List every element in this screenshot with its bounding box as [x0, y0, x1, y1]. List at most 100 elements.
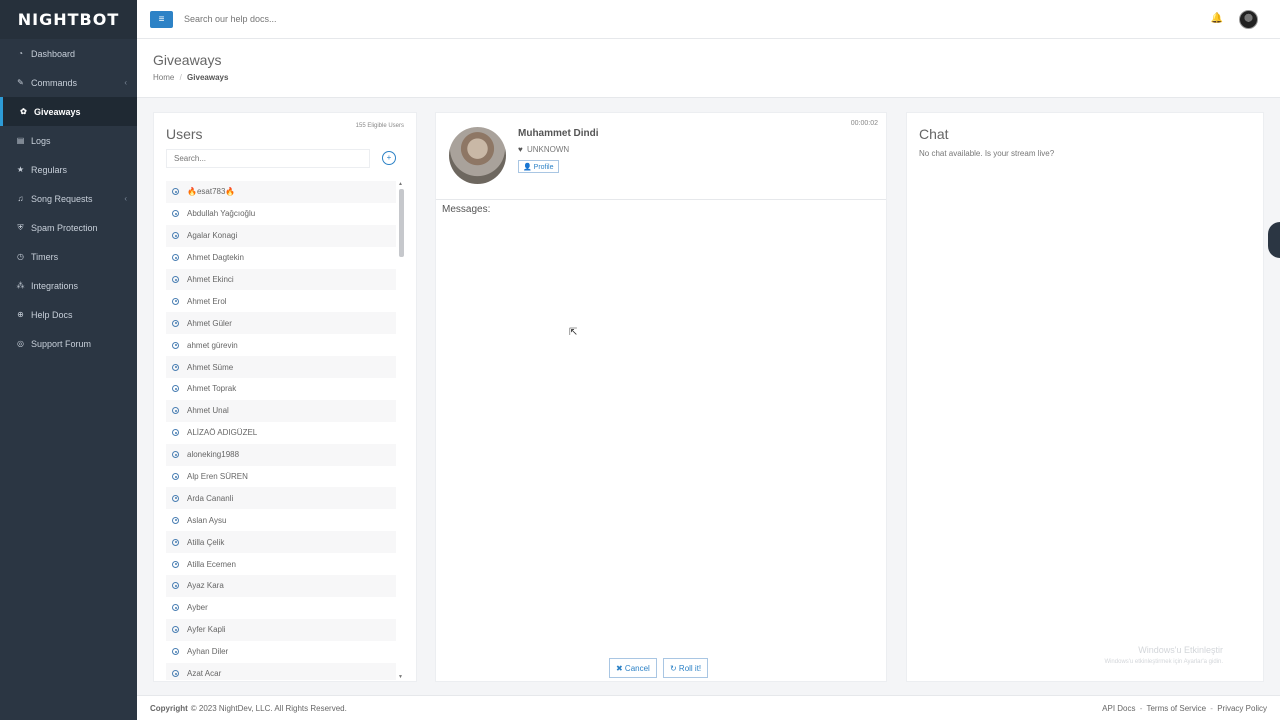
- sidebar-item-dashboard[interactable]: ◔ Dashboard: [0, 39, 137, 68]
- radio-icon[interactable]: [172, 582, 179, 590]
- user-list-item[interactable]: Azat Acar: [166, 662, 396, 680]
- user-list-scrollbar[interactable]: ▲ ▼: [398, 181, 404, 680]
- sidebar: NIGHTBOT ◔ Dashboard ✎ Commands ‹ ✿ Giveaways ▤…: [0, 0, 137, 720]
- radio-icon[interactable]: [172, 626, 179, 634]
- user-list-item[interactable]: 🔥esat783🔥: [166, 181, 396, 203]
- user-list-item[interactable]: Ahmet Dagtekin: [166, 247, 396, 269]
- user-name: Ahmet Unal: [187, 406, 229, 416]
- radio-icon[interactable]: [172, 648, 179, 656]
- radio-icon[interactable]: [172, 604, 179, 612]
- scroll-down-arrow-icon[interactable]: ▼: [398, 674, 403, 680]
- sidebar-item-song-requests[interactable]: ♫ Song Requests ‹: [0, 184, 137, 213]
- radio-icon[interactable]: [172, 232, 179, 240]
- radio-icon[interactable]: [172, 429, 179, 437]
- radio-icon[interactable]: [172, 516, 179, 524]
- side-floating-button[interactable]: [1268, 222, 1280, 258]
- sidebar-item-timers[interactable]: ◷ Timers: [0, 242, 137, 271]
- user-list-item[interactable]: Ahmet Erol: [166, 290, 396, 312]
- sidebar-item-label: Timers: [31, 251, 59, 262]
- radio-icon[interactable]: [172, 363, 179, 371]
- radio-icon[interactable]: [172, 538, 179, 546]
- scroll-thumb[interactable]: [399, 189, 404, 257]
- user-list-item[interactable]: ALİZAÖ ADIGÜZEL: [166, 422, 396, 444]
- radio-icon[interactable]: [172, 319, 179, 327]
- user-list-item[interactable]: Ayfer Kapli: [166, 618, 396, 641]
- sidebar-item-logs[interactable]: ▤ Logs: [0, 126, 137, 155]
- divider: [436, 199, 886, 200]
- privacy-link[interactable]: Privacy Policy: [1217, 704, 1267, 713]
- user-list-item[interactable]: Ayber: [166, 597, 396, 619]
- sidebar-item-spam-protection[interactable]: ⛨ Spam Protection: [0, 213, 137, 242]
- user-list-item[interactable]: Ahmet Süme: [166, 356, 396, 379]
- user-name: Ayaz Kara: [187, 581, 224, 591]
- winner-name: Muhammet Dindi: [518, 128, 599, 139]
- radio-icon[interactable]: [172, 341, 179, 349]
- terms-link[interactable]: Terms of Service: [1146, 704, 1206, 713]
- radio-icon[interactable]: [172, 407, 179, 415]
- radio-icon[interactable]: [172, 297, 179, 305]
- user-list-item[interactable]: Atilla Ecemen: [166, 553, 396, 575]
- user-list-item[interactable]: ahmet gürevin: [166, 334, 396, 356]
- radio-icon[interactable]: [172, 670, 179, 678]
- sidebar-item-giveaways[interactable]: ✿ Giveaways: [0, 97, 137, 126]
- user-list-item[interactable]: Ayaz Kara: [166, 575, 396, 597]
- chat-panel: Chat No chat available. Is your stream l…: [906, 112, 1264, 682]
- user-name: Azat Acar: [187, 669, 222, 679]
- sidebar-item-integrations[interactable]: ⁂ Integrations: [0, 271, 137, 300]
- user-avatar[interactable]: [1239, 10, 1258, 29]
- radio-icon[interactable]: [172, 188, 179, 196]
- user-list-item[interactable]: Ahmet Toprak: [166, 378, 396, 400]
- hamburger-icon: ≡: [158, 13, 165, 25]
- users-search-input[interactable]: [166, 149, 370, 168]
- menu-toggle-button[interactable]: ≡: [150, 10, 173, 28]
- user-name: Ayhan Diler: [187, 647, 229, 657]
- sidebar-item-regulars[interactable]: ★ Regulars: [0, 155, 137, 184]
- user-list-item[interactable]: Ahmet Güler: [166, 312, 396, 335]
- radio-icon[interactable]: [172, 276, 179, 283]
- footer-separator: -: [1139, 703, 1143, 713]
- radio-icon[interactable]: [172, 385, 179, 393]
- footer-links: API Docs - Terms of Service - Privacy Po…: [1102, 704, 1267, 713]
- bell-icon[interactable]: 🔔: [1211, 13, 1223, 24]
- user-list-item[interactable]: Ahmet Ekinci: [166, 268, 396, 291]
- user-list-item[interactable]: aloneking1988: [166, 443, 396, 466]
- sidebar-item-commands[interactable]: ✎ Commands ‹: [0, 68, 137, 97]
- radio-icon[interactable]: [172, 254, 179, 262]
- sidebar-item-label: Dashboard: [31, 48, 76, 59]
- copyright-text: © 2023 NightDev, LLC. All Rights Reserve…: [190, 703, 347, 713]
- user-list-item[interactable]: Abdullah Yağcıoğlu: [166, 203, 396, 225]
- breadcrumb-home-link[interactable]: Home: [153, 73, 174, 82]
- help-search-input[interactable]: [184, 14, 484, 24]
- user-list-item[interactable]: Atilla Çelik: [166, 531, 396, 554]
- radio-icon[interactable]: [172, 210, 179, 218]
- sidebar-item-support-forum[interactable]: ◎ Support Forum: [0, 329, 137, 358]
- user-list[interactable]: 🔥esat783🔥 Abdullah Yağcıoğlu Agalar Konagi…: [166, 181, 396, 680]
- user-list-item[interactable]: Alp Eren SÜREN: [166, 466, 396, 488]
- add-user-button[interactable]: +: [382, 151, 396, 165]
- user-list-item[interactable]: Ayhan Diler: [166, 641, 396, 663]
- user-list-item[interactable]: Ahmet Unal: [166, 399, 396, 422]
- scroll-up-arrow-icon[interactable]: ▲: [398, 181, 403, 187]
- user-list-item[interactable]: Aslan Aysu: [166, 509, 396, 531]
- nightbot-logo[interactable]: NIGHTBOT: [0, 0, 137, 39]
- radio-icon[interactable]: [172, 473, 179, 481]
- sidebar-item-label: Commands: [31, 77, 78, 88]
- sidebar-item-label: Spam Protection: [31, 222, 98, 233]
- sidebar-item-label: Regulars: [31, 164, 68, 175]
- radio-icon[interactable]: [172, 451, 179, 459]
- user-list-item[interactable]: Arda Cananli: [166, 487, 396, 510]
- api-docs-link[interactable]: API Docs: [1102, 704, 1135, 713]
- eligible-users-count: 155 Eligible Users: [355, 123, 404, 129]
- radio-icon[interactable]: [172, 494, 179, 502]
- roll-it-button[interactable]: ↻ Roll it!: [663, 658, 709, 678]
- breadcrumb-separator: /: [179, 73, 182, 82]
- profile-button[interactable]: 👤 Profile: [518, 160, 559, 173]
- cancel-button[interactable]: ✖ Cancel: [609, 658, 657, 678]
- sidebar-item-help-docs[interactable]: ⊕ Help Docs: [0, 300, 137, 329]
- user-list-item[interactable]: Agalar Konagi: [166, 224, 396, 247]
- user-name: Atilla Çelik: [187, 537, 225, 547]
- radio-icon[interactable]: [172, 560, 179, 568]
- music-icon: ♫: [17, 194, 24, 203]
- user-name: Ahmet Dagtekin: [187, 253, 244, 263]
- chevron-left-icon: ‹: [124, 194, 127, 203]
